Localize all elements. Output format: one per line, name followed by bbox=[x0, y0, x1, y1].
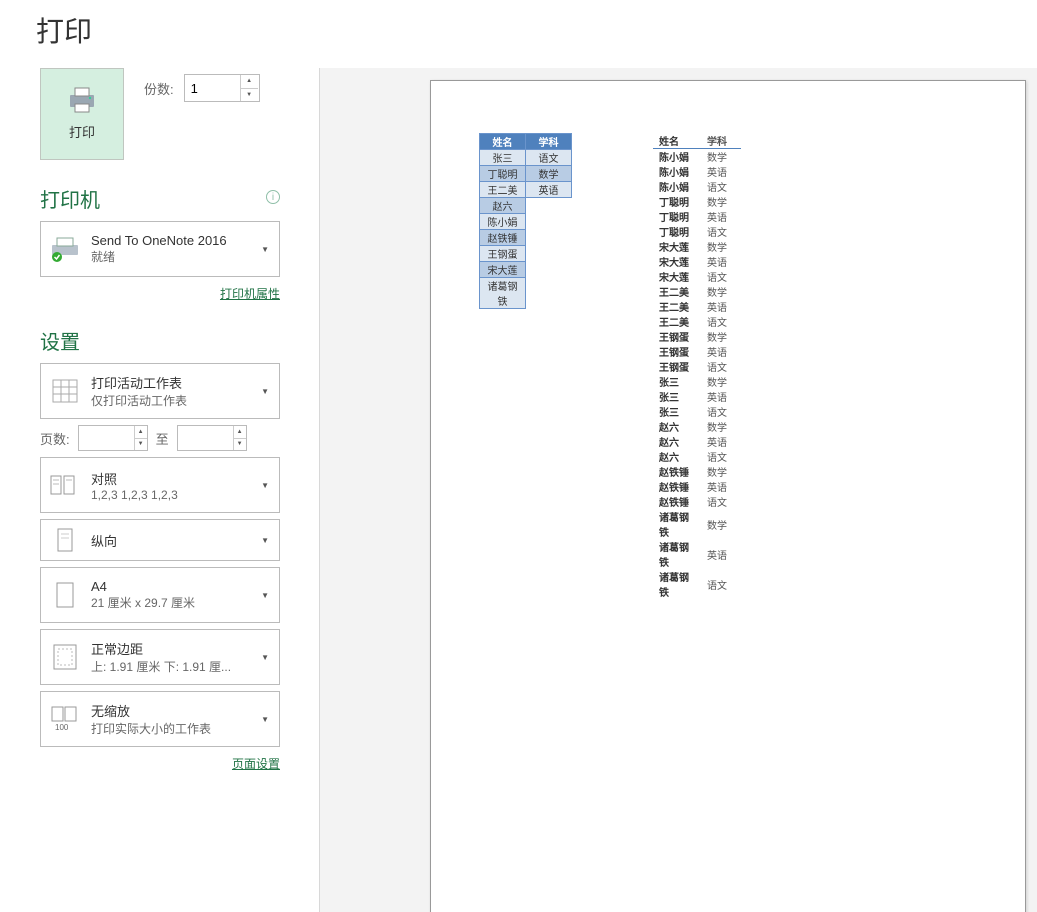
page-setup-link[interactable]: 页面设置 bbox=[232, 755, 280, 772]
printer-section-title: 打印机 i bbox=[40, 184, 280, 213]
pf-down[interactable]: ▼ bbox=[135, 438, 147, 451]
margins-title: 正常边距 bbox=[91, 639, 249, 658]
collate-sub: 1,2,3 1,2,3 1,2,3 bbox=[91, 488, 249, 502]
copies-spinner[interactable]: ▲ ▼ bbox=[184, 74, 260, 102]
collate-title: 对照 bbox=[91, 469, 249, 488]
worksheet-icon bbox=[49, 379, 81, 403]
pages-to-label: 至 bbox=[156, 429, 169, 448]
collate-dropdown[interactable]: 对照 1,2,3 1,2,3 1,2,3 ▼ bbox=[40, 457, 280, 513]
paper-size-dropdown[interactable]: A4 21 厘米 x 29.7 厘米 ▼ bbox=[40, 567, 280, 623]
chevron-down-icon: ▼ bbox=[259, 387, 271, 396]
copies-down[interactable]: ▼ bbox=[241, 88, 258, 102]
pages-to-spinner[interactable]: ▲▼ bbox=[177, 425, 247, 451]
page-title: 打印 bbox=[0, 0, 1037, 68]
pt-up[interactable]: ▲ bbox=[234, 426, 246, 438]
info-icon[interactable]: i bbox=[266, 190, 280, 204]
chevron-down-icon: ▼ bbox=[259, 591, 271, 600]
margins-icon bbox=[49, 644, 81, 670]
chevron-down-icon: ▼ bbox=[259, 536, 271, 545]
settings-section-title: 设置 bbox=[40, 326, 280, 355]
orientation-title: 纵向 bbox=[91, 531, 249, 550]
scaling-title: 无缩放 bbox=[91, 701, 249, 720]
scaling-dropdown[interactable]: 100 无缩放 打印实际大小的工作表 ▼ bbox=[40, 691, 280, 747]
chevron-down-icon: ▼ bbox=[259, 653, 271, 662]
paper-sub: 21 厘米 x 29.7 厘米 bbox=[91, 594, 249, 611]
copies-label: 份数: bbox=[144, 79, 174, 98]
printer-name: Send To OneNote 2016 bbox=[91, 233, 249, 248]
printer-device-icon bbox=[49, 235, 81, 263]
paper-icon bbox=[49, 582, 81, 608]
orientation-dropdown[interactable]: 纵向 ▼ bbox=[40, 519, 280, 561]
portrait-icon bbox=[49, 528, 81, 552]
scaling-sub: 打印实际大小的工作表 bbox=[91, 720, 249, 737]
preview-page: 姓名学科张三语文丁聪明数学王二美英语赵六陈小娟赵铁锤王钢蛋宋大莲诸葛钢铁 姓名学… bbox=[430, 80, 1026, 912]
svg-text:100: 100 bbox=[55, 723, 69, 732]
copies-up[interactable]: ▲ bbox=[241, 75, 258, 88]
margins-dropdown[interactable]: 正常边距 上: 1.91 厘米 下: 1.91 厘... ▼ bbox=[40, 629, 280, 685]
preview-table-left: 姓名学科张三语文丁聪明数学王二美英语赵六陈小娟赵铁锤王钢蛋宋大莲诸葛钢铁 bbox=[479, 133, 572, 309]
margins-sub: 上: 1.91 厘米 下: 1.91 厘... bbox=[91, 658, 249, 675]
active-sheet-sub: 仅打印活动工作表 bbox=[91, 392, 249, 409]
print-button[interactable]: 打印 bbox=[40, 68, 124, 160]
printer-dropdown[interactable]: Send To OneNote 2016 就绪 ▼ bbox=[40, 221, 280, 277]
preview-table-right: 姓名学科陈小娟数学陈小娟英语陈小娟语文丁聪明数学丁聪明英语丁聪明语文宋大莲数学宋… bbox=[653, 133, 741, 599]
pages-label: 页数: bbox=[40, 429, 70, 448]
chevron-down-icon: ▼ bbox=[259, 245, 271, 254]
printer-properties-link[interactable]: 打印机属性 bbox=[220, 285, 280, 302]
paper-title: A4 bbox=[91, 579, 249, 594]
pages-from-input[interactable] bbox=[79, 426, 134, 450]
collate-icon bbox=[49, 473, 81, 497]
chevron-down-icon: ▼ bbox=[259, 481, 271, 490]
printer-status: 就绪 bbox=[91, 248, 249, 265]
print-preview-panel: 姓名学科张三语文丁聪明数学王二美英语赵六陈小娟赵铁锤王钢蛋宋大莲诸葛钢铁 姓名学… bbox=[320, 68, 1037, 912]
pf-up[interactable]: ▲ bbox=[135, 426, 147, 438]
pages-from-spinner[interactable]: ▲▼ bbox=[78, 425, 148, 451]
scaling-icon: 100 bbox=[49, 706, 81, 732]
pages-to-input[interactable] bbox=[178, 426, 233, 450]
active-sheet-title: 打印活动工作表 bbox=[91, 373, 249, 392]
chevron-down-icon: ▼ bbox=[259, 715, 271, 724]
print-active-sheets-dropdown[interactable]: 打印活动工作表 仅打印活动工作表 ▼ bbox=[40, 363, 280, 419]
printer-icon bbox=[66, 87, 98, 116]
copies-input[interactable] bbox=[185, 75, 240, 101]
pt-down[interactable]: ▼ bbox=[234, 438, 246, 451]
print-button-label: 打印 bbox=[69, 122, 95, 141]
